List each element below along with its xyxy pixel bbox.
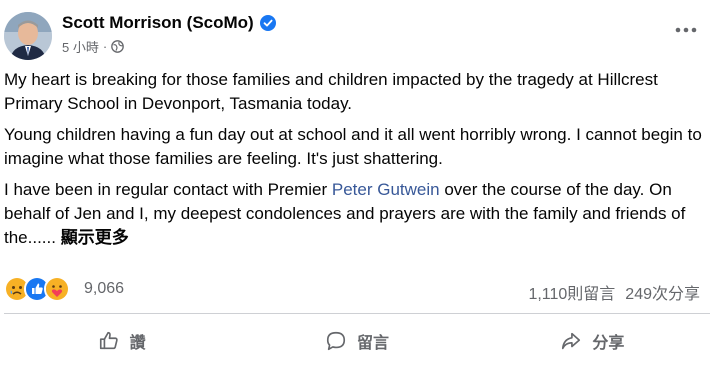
see-more-link[interactable]: 顯示更多 [61, 228, 129, 247]
more-options-button[interactable] [672, 20, 700, 40]
meta-separator: · [102, 38, 108, 54]
comment-button-label: 留言 [356, 335, 389, 352]
post-timestamp[interactable]: 5 小時 [62, 37, 99, 56]
post-body: My heart is breaking for those families … [4, 68, 704, 257]
facebook-post: Scott Morrison (ScoMo) 5 小時 · My heart i… [0, 0, 718, 372]
share-button-label: 分享 [592, 335, 625, 352]
post-paragraph-1: My heart is breaking for those families … [4, 70, 658, 113]
post-paragraph-2: Young children having a fun day out at s… [4, 125, 702, 168]
post-meta: 5 小時 · [62, 37, 125, 56]
reactions-summary: 9,066 1,110則留言 249次分享 [0, 274, 718, 306]
comment-bubble-icon [326, 331, 346, 351]
engagement-counts: 1,110則留言 249次分享 [528, 280, 700, 304]
post-actions: 讚 留言 分享 [4, 318, 710, 364]
like-button-label: 讚 [129, 335, 146, 352]
reaction-count[interactable]: 9,066 [84, 280, 124, 298]
comment-button[interactable]: 留言 [239, 318, 474, 364]
post-paragraph-3: I have been in regular contact with Prem… [4, 178, 704, 250]
care-reaction-icon [44, 276, 70, 302]
share-arrow-icon [562, 332, 581, 350]
tagged-person-link[interactable]: Peter Gutwein [332, 180, 440, 199]
author-name[interactable]: Scott Morrison (ScoMo) [62, 13, 254, 33]
globe-icon [111, 39, 125, 53]
post-header: Scott Morrison (ScoMo) 5 小時 · [0, 0, 718, 64]
reaction-icons[interactable] [4, 276, 70, 302]
comment-count[interactable]: 1,110則留言 [528, 280, 615, 304]
thumbs-up-icon [99, 331, 118, 350]
verified-badge-icon [259, 15, 276, 31]
share-button[interactable]: 分享 [475, 318, 710, 364]
paragraph-3-text-start: I have been in regular contact with Prem… [4, 180, 332, 199]
share-count[interactable]: 249次分享 [625, 280, 700, 304]
like-button[interactable]: 讚 [4, 318, 239, 364]
author-row: Scott Morrison (ScoMo) [62, 12, 276, 34]
count-spacer [615, 280, 625, 304]
author-avatar[interactable] [4, 12, 52, 60]
ellipsis-icon [675, 27, 697, 33]
divider [4, 313, 710, 314]
